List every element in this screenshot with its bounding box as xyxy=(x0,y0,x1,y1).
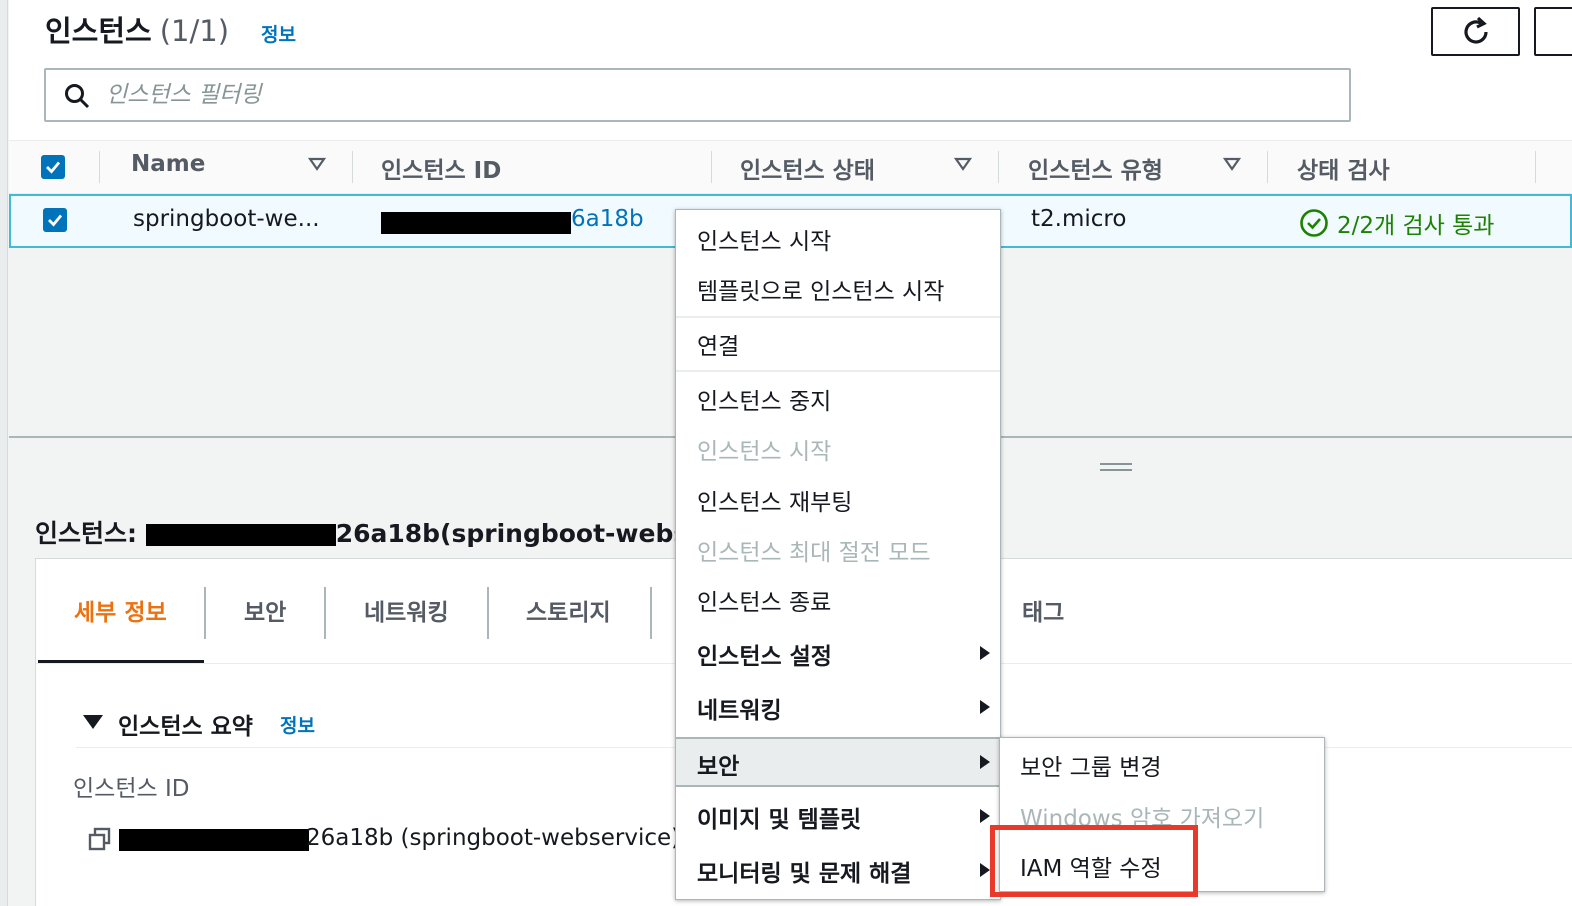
sort-down-icon[interactable] xyxy=(1223,157,1241,171)
menu-item-networking[interactable]: 네트워킹 xyxy=(676,691,1000,724)
column-header-instance-type[interactable]: 인스턴스 유형 xyxy=(1028,151,1163,185)
copy-icon[interactable] xyxy=(88,827,112,851)
status-check-text: 2/2개 검사 통과 xyxy=(1337,213,1495,239)
check-icon xyxy=(46,161,61,174)
menu-item-label: 인스턴스 설정 xyxy=(697,644,832,670)
tab-divider xyxy=(650,587,652,639)
table-header: Name 인스턴스 ID 인스턴스 상태 인스턴스 유형 상태 검사 xyxy=(9,140,1572,194)
menu-item-label: 모니터링 및 문제 해결 xyxy=(697,861,912,887)
page-title: 인스턴스 (1/1) xyxy=(45,8,229,50)
column-header-instance-state[interactable]: 인스턴스 상태 xyxy=(740,151,875,185)
highlight-box xyxy=(990,825,1198,897)
sort-down-icon[interactable] xyxy=(308,157,326,171)
select-all-checkbox[interactable] xyxy=(41,155,65,179)
column-divider xyxy=(99,151,100,183)
drag-handle-icon[interactable] xyxy=(1100,462,1132,472)
redacted-block xyxy=(145,524,336,546)
menu-item-label: 이미지 및 템플릿 xyxy=(697,807,862,833)
instance-type: t2.micro xyxy=(1031,206,1127,232)
column-divider xyxy=(352,151,353,183)
field-value-instance-id: 26a18b (springboot-webservice) xyxy=(306,825,681,851)
left-edge xyxy=(0,0,8,906)
info-link[interactable]: 정보 xyxy=(261,20,296,47)
tab-networking[interactable]: 네트워킹 xyxy=(364,593,449,627)
tab-security[interactable]: 보안 xyxy=(244,593,286,627)
page-title-text: 인스턴스 xyxy=(45,14,152,48)
column-header-instance-id[interactable]: 인스턴스 ID xyxy=(381,151,501,185)
tab-storage[interactable]: 스토리지 xyxy=(526,593,611,627)
summary-heading[interactable]: 인스턴스 요약 xyxy=(118,707,253,741)
menu-item-launch-from-template[interactable]: 템플릿으로 인스턴스 시작 xyxy=(676,272,1000,306)
tab-details[interactable]: 세부 정보 xyxy=(74,593,167,627)
redacted-block xyxy=(381,212,571,234)
menu-item-reboot-instance[interactable]: 인스턴스 재부팅 xyxy=(676,483,1000,517)
chevron-right-icon xyxy=(980,646,990,660)
submenu-item-change-security-groups[interactable]: 보안 그룹 변경 xyxy=(1020,748,1162,782)
sort-down-icon[interactable] xyxy=(954,157,972,171)
menu-item-launch-instance[interactable]: 인스턴스 시작 xyxy=(676,222,1000,256)
menu-item-connect[interactable]: 연결 xyxy=(676,327,1000,361)
menu-separator xyxy=(676,316,1000,318)
column-divider xyxy=(1535,151,1536,183)
instance-count: (1/1) xyxy=(159,14,230,48)
instances-header: 인스턴스 (1/1) 정보 xyxy=(9,0,1572,140)
tab-tags[interactable]: 태그 xyxy=(1022,593,1064,627)
column-header-status-check[interactable]: 상태 검사 xyxy=(1297,151,1390,185)
menu-item-security[interactable]: 보안 xyxy=(676,737,1000,787)
instance-id-link[interactable]: 6a18b xyxy=(571,206,644,232)
column-divider xyxy=(711,151,712,183)
menu-item-monitoring[interactable]: 모니터링 및 문제 해결 xyxy=(676,854,1000,887)
summary-info-link[interactable]: 정보 xyxy=(280,711,315,738)
detail-title: 인스턴스: 26a18b(springboot-webser xyxy=(35,514,718,550)
chevron-right-icon xyxy=(980,755,990,769)
menu-item-label: 네트워킹 xyxy=(697,698,782,724)
check-icon xyxy=(48,214,63,227)
check-circle-icon xyxy=(1300,209,1328,237)
column-divider xyxy=(1267,151,1268,183)
search-input[interactable] xyxy=(106,76,1306,114)
refresh-button[interactable] xyxy=(1431,7,1520,56)
search-box[interactable] xyxy=(44,68,1351,122)
chevron-right-icon xyxy=(980,863,990,877)
column-divider xyxy=(998,151,999,183)
context-menu: 인스턴스 시작 템플릿으로 인스턴스 시작 연결 인스턴스 중지 인스턴스 시작… xyxy=(675,209,1001,900)
detail-title-suffix: 26a18b(springboot-webser xyxy=(335,519,718,548)
menu-item-start-instance: 인스턴스 시작 xyxy=(697,439,832,465)
actions-button[interactable] xyxy=(1534,7,1572,56)
redacted-block xyxy=(119,829,309,851)
menu-item-label: 보안 xyxy=(697,754,740,780)
menu-item-terminate-instance[interactable]: 인스턴스 종료 xyxy=(676,583,1000,617)
caret-down-icon[interactable] xyxy=(82,714,104,730)
tab-divider xyxy=(324,587,326,639)
chevron-right-icon xyxy=(980,700,990,714)
menu-separator xyxy=(676,370,1000,372)
status-check: 2/2개 검사 통과 xyxy=(1299,206,1494,240)
tab-divider xyxy=(204,587,206,639)
menu-item-hibernate-instance: 인스턴스 최대 절전 모드 xyxy=(697,540,931,566)
row-checkbox[interactable] xyxy=(43,208,67,232)
instance-name: springboot-we... xyxy=(133,206,320,232)
menu-item-stop-instance[interactable]: 인스턴스 중지 xyxy=(676,382,1000,416)
tab-divider xyxy=(487,587,489,639)
detail-title-prefix: 인스턴스: xyxy=(35,519,146,548)
refresh-icon xyxy=(1463,16,1488,44)
field-label-instance-id: 인스턴스 ID xyxy=(73,776,190,802)
menu-item-instance-settings[interactable]: 인스턴스 설정 xyxy=(676,637,1000,670)
chevron-right-icon xyxy=(980,809,990,823)
column-header-name[interactable]: Name xyxy=(131,151,205,177)
menu-item-images-templates[interactable]: 이미지 및 템플릿 xyxy=(676,800,1000,833)
search-icon xyxy=(65,84,90,109)
